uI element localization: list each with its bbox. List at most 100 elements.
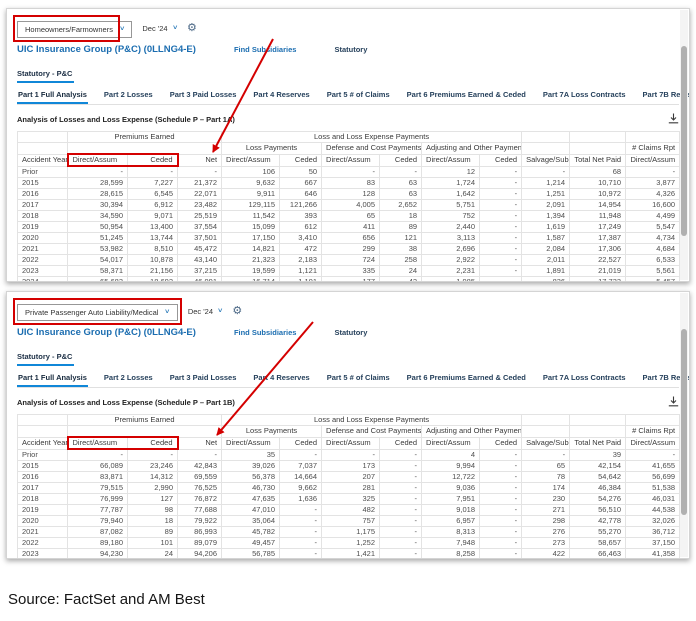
cell: 2,696 [422,244,480,255]
row-label: 2024 [18,277,68,283]
cell: 106 [222,166,280,178]
date-dropdown[interactable]: Dec '24 ∨ [188,307,223,316]
gear-icon[interactable]: ⚙ [232,306,242,317]
row-label: 2017 [18,200,68,211]
chevron-down-icon: ∨ [165,309,171,315]
tab-part-1-full-analysis[interactable]: Part 1 Full Analysis [17,373,88,387]
table-row: 201683,87114,31269,55956,37814,664207-12… [18,472,680,483]
cell: 5,751 [422,200,480,211]
cell: 22,527 [570,255,626,266]
statutory-label[interactable]: Statutory [334,328,367,337]
gear-icon[interactable]: ⚙ [187,23,197,34]
cell: - [480,166,522,178]
cell: 47,635 [222,494,280,505]
col-group-adjusting: Adjusting and Other Payments [422,143,522,155]
tab-part-7a-loss-contracts[interactable]: Part 7A Loss Contracts [542,90,627,104]
scrollbar-thumb[interactable] [681,46,687,236]
subtab-statutory-pc[interactable]: Statutory - P&C [17,349,74,366]
cell: - [280,516,322,527]
date-dropdown[interactable]: Dec '24 ∨ [142,24,177,33]
cell: 656 [322,233,380,244]
cell: 45,472 [178,244,222,255]
header-spacer [626,415,680,426]
cell: 298 [522,516,570,527]
lob-dropdown[interactable]: Homeowners/Farmowners ∨ [17,21,132,38]
table-row: 201834,5909,07125,51911,5423936518752-1,… [18,211,680,222]
tab-part-6-premiums-earned-ceded[interactable]: Part 6 Premiums Earned & Ceded [406,90,527,104]
cell: 55,270 [570,527,626,538]
table-row: 202394,2302494,20656,785-1,421-8,258-422… [18,549,680,560]
col-header-premiums-ceded: Ceded [128,154,178,166]
cell: - [480,538,522,549]
toolbar: Homeowners/Farmowners ∨ Dec '24 ∨ ⚙ [17,16,679,40]
header-spacer [18,132,68,143]
col-header-defense-direct-assum: Direct/Assum [322,154,380,166]
cell: 63 [380,189,422,200]
cell: 21,019 [570,266,626,277]
cell: 17,387 [570,233,626,244]
cell: - [178,449,222,461]
lob-dropdown[interactable]: Private Passenger Auto Liability/Medical… [17,304,178,321]
cell: - [480,244,522,255]
cell: 101 [128,538,178,549]
cell: 7,227 [128,178,178,189]
cell: 89,079 [178,538,222,549]
tab-part-7a-loss-contracts[interactable]: Part 7A Loss Contracts [542,373,627,387]
subtab-statutory-pc[interactable]: Statutory - P&C [17,66,74,83]
col-group-loss-expense: Loss and Loss Expense Payments [222,415,522,426]
cell: 10,878 [128,255,178,266]
cell: 56,510 [570,505,626,516]
cell: 472 [280,244,322,255]
cell: 3,877 [626,178,680,189]
cell: - [480,516,522,527]
tab-part-4-reserves[interactable]: Part 4 Reserves [252,373,310,387]
tab-part-3-paid-losses[interactable]: Part 3 Paid Losses [169,373,238,387]
find-subsidiaries-link[interactable]: Find Subsidiaries [234,328,297,337]
tab-part-2-losses[interactable]: Part 2 Losses [103,90,154,104]
cell: 12 [422,166,480,178]
header-spacer [522,132,570,143]
cell: 56,785 [222,549,280,560]
cell: 1,724 [422,178,480,189]
cell: 89 [128,527,178,538]
cell: 612 [280,222,322,233]
lob-dropdown-value: Homeowners/Farmowners [25,25,113,34]
cell: 281 [322,483,380,494]
cell: 667 [280,178,322,189]
download-icon[interactable] [668,111,679,129]
cell: 5,547 [626,222,680,233]
group-title[interactable]: UIC Insurance Group (P&C) (0LLNG4-E) [17,327,196,338]
statutory-label[interactable]: Statutory [334,45,367,54]
cell: - [322,449,380,461]
tab-part-2-losses[interactable]: Part 2 Losses [103,373,154,387]
header-spacer [626,132,680,143]
cell: 173 [322,461,380,472]
col-header-adjusting-direct-assum: Direct/Assum [422,154,480,166]
header-spacer [570,132,626,143]
col-group-claims-rpt: # Claims Rpt [626,143,680,155]
cell: 46,031 [626,494,680,505]
cell: 121 [380,233,422,244]
cell: 8,258 [422,549,480,560]
tab-part-5-of-claims[interactable]: Part 5 # of Claims [326,90,391,104]
tab-part-6-premiums-earned-ceded[interactable]: Part 6 Premiums Earned & Ceded [406,373,527,387]
row-label: 2023 [18,549,68,560]
table-row: 202079,9401879,92235,064-757-6,957-29842… [18,516,680,527]
group-title[interactable]: UIC Insurance Group (P&C) (0LLNG4-E) [17,44,196,55]
table-row: 202187,0828986,99345,782-1,175-8,313-276… [18,527,680,538]
table-row: 201950,95413,40037,55415,099612411892,44… [18,222,680,233]
header-spacer [570,426,626,438]
tab-part-4-reserves[interactable]: Part 4 Reserves [252,90,310,104]
panel-scrollbar [680,10,688,280]
tab-part-3-paid-losses[interactable]: Part 3 Paid Losses [169,90,238,104]
col-group-defense: Defense and Cost Payments [322,143,422,155]
find-subsidiaries-link[interactable]: Find Subsidiaries [234,45,297,54]
cell: 76,872 [178,494,222,505]
scrollbar-thumb[interactable] [681,329,687,515]
tab-part-5-of-claims[interactable]: Part 5 # of Claims [326,373,391,387]
cell: 23,482 [178,200,222,211]
cell: 53,982 [68,244,128,255]
download-icon[interactable] [668,394,679,412]
tab-part-1-full-analysis[interactable]: Part 1 Full Analysis [17,90,88,104]
col-group-loss-expense: Loss and Loss Expense Payments [222,132,522,143]
